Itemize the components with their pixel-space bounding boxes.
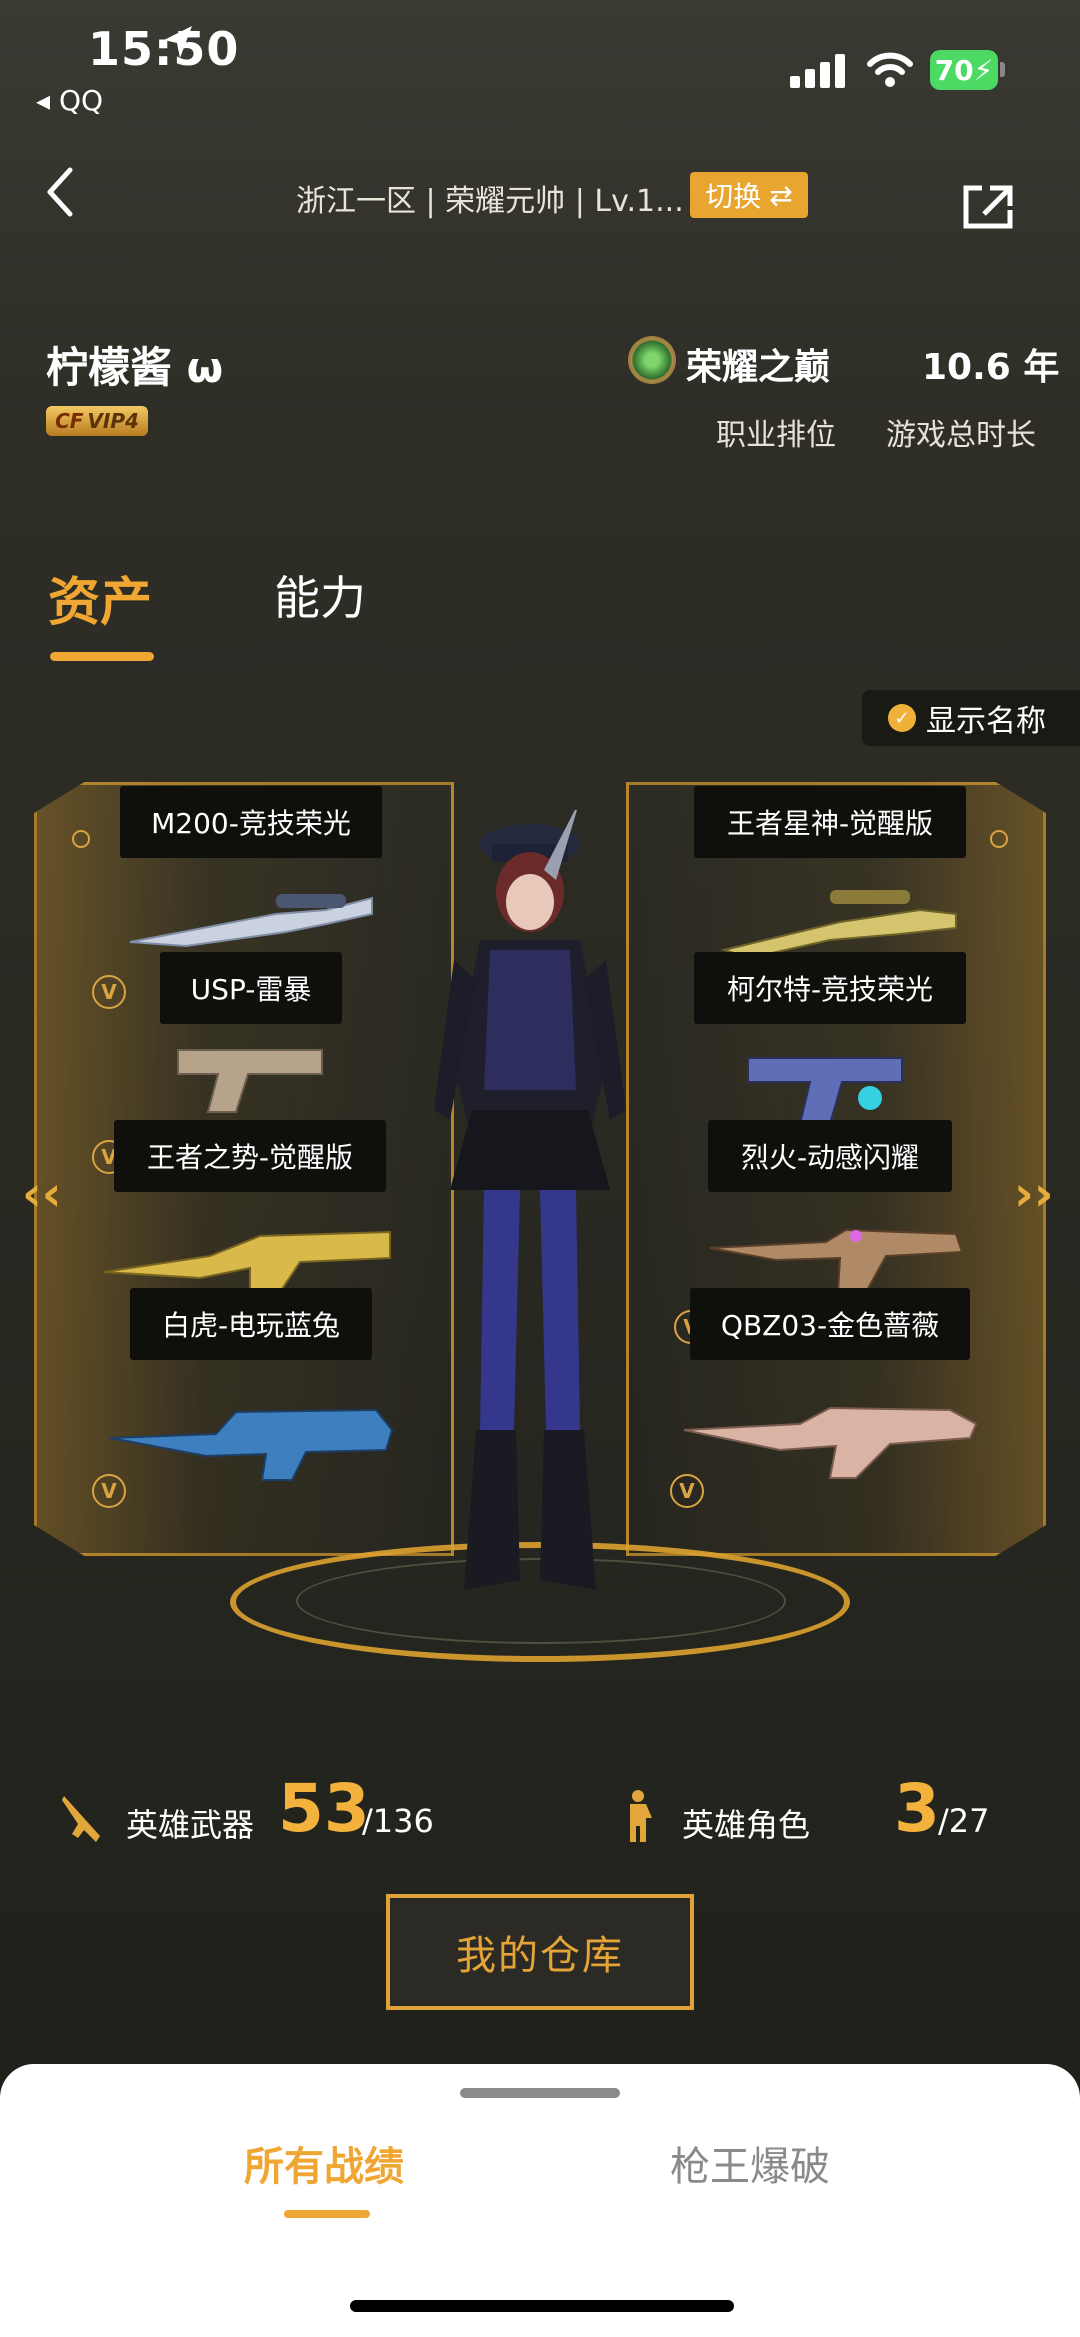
hero-roles-label: 英雄角色	[682, 1806, 811, 1844]
v-badge-icon: V	[92, 975, 126, 1009]
tab-ability[interactable]: 能力	[274, 562, 366, 628]
weapon-label-right-4[interactable]: QBZ03-金色蔷薇	[690, 1288, 970, 1360]
hero-roles-count: 3	[894, 1770, 940, 1847]
wifi-icon	[866, 50, 914, 94]
playtime-label: 游戏总时长	[886, 418, 1036, 453]
pistol-neon-icon	[747, 1057, 903, 1125]
checkmark-icon: ✓	[888, 704, 916, 732]
tab-all-records[interactable]: 所有战绩	[244, 2134, 404, 2192]
weapon-label-left-3[interactable]: 王者之势-觉醒版	[114, 1120, 386, 1192]
soldier-icon	[630, 1790, 652, 1842]
vip-badge: CF VIP4	[46, 406, 148, 436]
charging-bolt-icon: ⚡	[973, 53, 994, 87]
weapon-label-right-1[interactable]: 王者星神-觉醒版	[694, 786, 966, 858]
location-arrow-icon	[160, 22, 196, 66]
vip-level: VIP4	[87, 409, 139, 433]
home-indicator[interactable]	[350, 2300, 734, 2312]
my-warehouse-button[interactable]: 我的仓库	[386, 1894, 694, 2010]
tab-assets[interactable]: 资产	[48, 560, 152, 635]
sheet-drag-handle[interactable]	[460, 2088, 620, 2098]
battery-tip	[1000, 62, 1005, 77]
v-badge-icon: V	[92, 1474, 126, 1508]
back-triangle-icon: ◂	[36, 84, 59, 117]
sniper-rifle-gold-icon	[720, 890, 957, 960]
battery-level: 70	[934, 53, 974, 87]
bottom-sheet	[0, 2064, 1080, 2337]
server-rank-level-title: 浙江一区 | 荣耀元帅 | Lv.1...	[296, 184, 684, 219]
battery-indicator: 70 ⚡	[930, 50, 998, 90]
playtime-value: 10.6 年	[922, 347, 1060, 388]
show-names-label: 显示名称	[926, 704, 1046, 739]
back-to-app-link[interactable]: ◂ QQ	[36, 84, 103, 117]
character-model	[434, 810, 626, 1590]
hero-weapons-count: 53	[278, 1770, 370, 1847]
external-share-icon	[963, 185, 1013, 229]
pistol-icon	[177, 1049, 323, 1113]
panel-rivet-icon	[72, 830, 90, 848]
rank-value: 荣耀之巅	[686, 347, 831, 388]
rank-label: 职业排位	[716, 418, 836, 453]
previous-arrow-icon[interactable]: ‹‹	[22, 1166, 62, 1222]
next-arrow-icon[interactable]: ››	[1014, 1166, 1054, 1222]
hero-roles-total: /27	[938, 1802, 990, 1840]
weapon-label-left-2[interactable]: USP-雷暴	[160, 952, 342, 1024]
tab-gun-king-defuse[interactable]: 枪王爆破	[670, 2134, 830, 2192]
bottom-active-tab-indicator	[284, 2210, 370, 2218]
assault-rifle-blue-icon	[109, 1408, 394, 1481]
switch-button[interactable]: 切换 ⇄	[690, 172, 808, 218]
weapon-label-right-3[interactable]: 烈火-动感闪耀	[708, 1120, 952, 1192]
weapon-label-right-2[interactable]: 柯尔特-竞技荣光	[694, 952, 966, 1024]
show-names-toggle[interactable]: ✓ 显示名称	[862, 690, 1080, 746]
panel-rivet-icon	[990, 830, 1008, 848]
assault-rifle-rose-icon	[683, 1406, 978, 1479]
back-app-label: QQ	[58, 84, 104, 117]
rifle-icon	[62, 1796, 100, 1842]
active-tab-indicator	[50, 652, 154, 661]
cellular-signal-icon	[790, 54, 846, 88]
player-nickname: 柠檬酱 ω	[46, 343, 224, 392]
share-button[interactable]	[960, 182, 1016, 232]
swap-arrows-icon: ⇄	[769, 178, 793, 212]
weapon-label-left-1[interactable]: M200-竞技荣光	[120, 786, 382, 858]
switch-label: 切换	[705, 180, 762, 213]
chevron-left-icon	[47, 167, 73, 217]
rank-emblem-icon	[628, 336, 676, 384]
back-button[interactable]	[40, 162, 90, 222]
cf-logo-icon: CF	[55, 409, 84, 433]
weapon-label-left-4[interactable]: 白虎-电玩蓝兔	[130, 1288, 372, 1360]
hero-weapons-label: 英雄武器	[126, 1806, 255, 1844]
hero-weapons-total: /136	[362, 1802, 434, 1840]
sniper-rifle-icon	[129, 894, 373, 948]
